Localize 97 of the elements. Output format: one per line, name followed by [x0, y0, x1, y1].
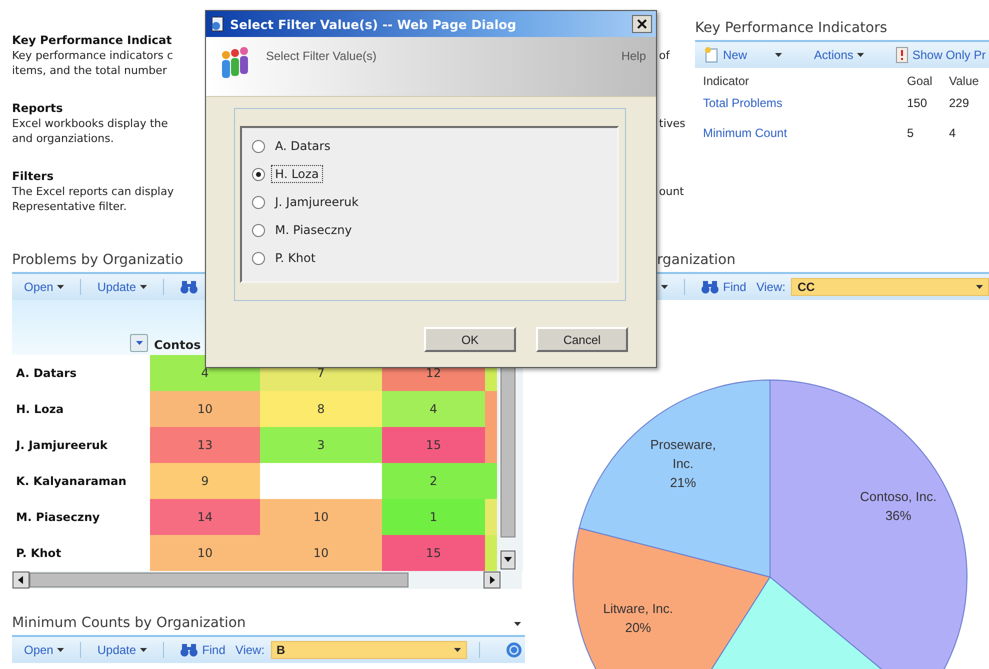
filter-dropdown-button[interactable] — [130, 334, 148, 352]
webpart-title: Problems by Organizatio — [12, 251, 184, 270]
binoculars-icon — [180, 643, 198, 657]
menu-button[interactable]: Update — [93, 641, 152, 659]
binoculars-icon — [180, 280, 198, 294]
slice-percent: 20% — [624, 619, 652, 638]
column-header: Goal — [907, 74, 934, 90]
section-text: Excel workbooks display the — [12, 116, 169, 131]
section-text: Key performance indicators c — [12, 48, 174, 63]
dialog-title: Select Filter Value(s) -- Web Page Dialog — [230, 16, 518, 32]
radio-option[interactable]: J. Jamjureeruk — [252, 192, 607, 212]
heatmap-cell: 10 — [150, 535, 260, 571]
table-cell-text: 150 — [907, 96, 928, 112]
row-header: P. Khot — [15, 545, 62, 562]
radio-option[interactable]: H. Loza — [252, 164, 607, 184]
radio-option[interactable]: A. Datars — [252, 136, 607, 156]
view-label: View: — [756, 280, 786, 294]
section-text: tives — [658, 116, 686, 131]
row-header: K. Kalyanaraman — [15, 473, 128, 490]
heatmap-cell: 15 — [382, 427, 485, 463]
indicator-link[interactable]: Total Problems — [703, 96, 907, 122]
heatmap-cell: 2 — [382, 463, 485, 499]
slice-percent: 36% — [884, 506, 912, 525]
table-cell-text: 4 — [949, 126, 957, 142]
heatmap-cell: 10 — [260, 535, 382, 571]
menu-button[interactable]: Open — [20, 641, 68, 659]
slice-label: Contoso, Inc. — [859, 488, 938, 506]
caret-icon — [514, 622, 521, 626]
help-link[interactable]: Help — [621, 45, 646, 63]
horizontal-scrollbar[interactable] — [12, 571, 522, 589]
view-label: View: — [235, 643, 265, 657]
row-header: A. Datars — [15, 365, 78, 382]
heatmap-cell: 10 — [150, 391, 260, 427]
heatmap-cell: 4 — [382, 391, 485, 427]
dialog-heading: Select Filter Value(s) — [266, 48, 378, 63]
page-icon — [210, 16, 226, 32]
section-text: The Excel reports can display — [12, 184, 175, 199]
section-text: of — [658, 48, 671, 63]
slice-percent: 21% — [669, 474, 698, 492]
slice-label: Litware, Inc. — [602, 600, 674, 618]
view-dropdown[interactable]: B — [270, 641, 467, 659]
section-heading: Filters — [12, 169, 55, 184]
heatmap-cell: 14 — [150, 499, 260, 535]
heatmap-cell: 15 — [382, 535, 485, 571]
heatmap-cell: 1 — [382, 499, 485, 535]
warning-list-icon — [896, 47, 908, 63]
section-text: ount — [658, 184, 685, 199]
indicator-link[interactable]: Minimum Count — [703, 126, 907, 152]
find-button[interactable]: Find — [176, 641, 230, 659]
new-button[interactable]: New — [701, 45, 786, 65]
row-header: J. Jamjureeruk — [14, 437, 109, 454]
radio-option[interactable]: M. Piaseczny — [252, 220, 607, 240]
heatmap-cell: 3 — [260, 427, 382, 463]
caret-icon — [140, 648, 148, 652]
caret-icon — [857, 53, 864, 57]
caret-icon — [661, 285, 668, 289]
column-header: Indicator — [703, 74, 750, 90]
column-header: Contos — [154, 338, 201, 352]
row-header: H. Loza — [15, 401, 65, 418]
caret-icon — [57, 648, 64, 652]
section-heading: Key Performance Indicat — [12, 33, 173, 48]
heatmap-cell: 10 — [260, 499, 382, 535]
section-heading: Reports — [12, 101, 64, 116]
dialog-button[interactable]: OK — [424, 327, 516, 352]
menu-button[interactable]: Update — [93, 278, 152, 296]
table-cell-text: 229 — [949, 96, 970, 112]
show-only-link[interactable]: Show Only Pr — [892, 45, 989, 65]
column-header: Value — [949, 74, 980, 90]
webpart-title: Key Performance Indicators — [695, 19, 888, 38]
section-text: items, and the total number — [12, 63, 168, 78]
caret-icon — [775, 53, 782, 57]
help-icon[interactable] — [506, 642, 522, 658]
dialog-button[interactable]: Cancel — [536, 327, 628, 352]
menu-button[interactable]: Actions — [810, 46, 868, 64]
close-button[interactable] — [632, 15, 652, 33]
section-text: Representative filter. — [12, 199, 128, 214]
heatmap-cell: 9 — [150, 463, 260, 499]
section-text: and organziations. — [12, 131, 115, 146]
document-icon — [705, 47, 719, 63]
caret-icon — [57, 285, 64, 289]
table-cell-text: 5 — [907, 126, 915, 142]
heatmap-cell: 8 — [260, 391, 382, 427]
row-header: M. Piaseczny — [15, 509, 101, 526]
heatmap-cell: 13 — [150, 427, 260, 463]
view-dropdown[interactable]: CC — [791, 278, 989, 296]
find-button[interactable]: Find — [696, 278, 750, 296]
slice-label: Proseware, Inc. — [649, 436, 717, 473]
caret-icon — [140, 285, 148, 289]
caret-icon — [454, 648, 461, 652]
radio-option[interactable]: P. Khot — [252, 248, 607, 268]
webpart-title: Minimum Counts by Organization — [12, 614, 246, 633]
caret-icon — [136, 341, 142, 345]
menu-button[interactable]: Open — [20, 278, 68, 296]
close-icon — [637, 19, 647, 29]
binoculars-icon — [700, 280, 719, 294]
caret-icon — [976, 285, 983, 289]
webpart-title: rganization — [657, 251, 736, 270]
